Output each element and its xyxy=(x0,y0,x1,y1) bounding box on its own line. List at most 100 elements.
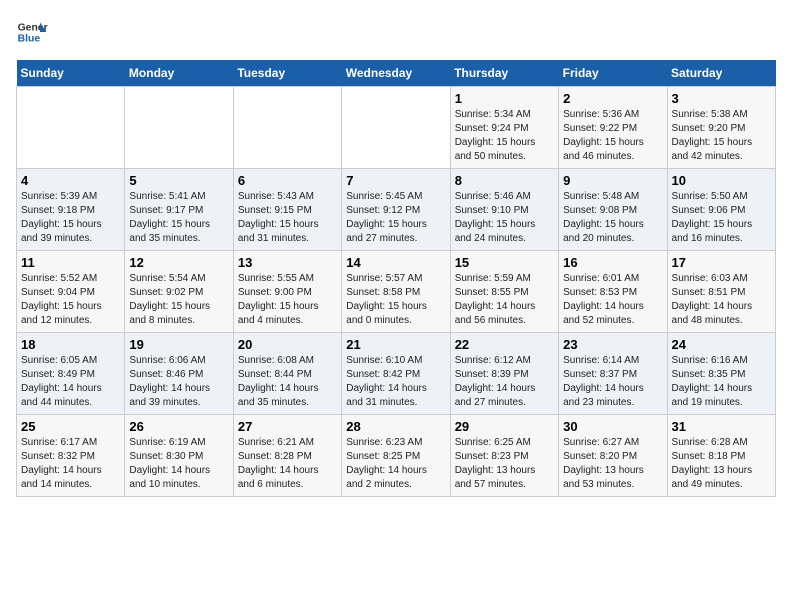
day-content: Sunrise: 5:50 AM Sunset: 9:06 PM Dayligh… xyxy=(672,190,771,246)
day-number: 4 xyxy=(21,173,120,188)
day-number: 7 xyxy=(346,173,445,188)
logo-icon: General Blue xyxy=(16,16,48,48)
day-content: Sunrise: 6:28 AM Sunset: 8:18 PM Dayligh… xyxy=(672,436,771,492)
calendar-cell: 17 Sunrise: 6:03 AM Sunset: 8:51 PM Dayli… xyxy=(667,251,775,333)
calendar-cell: 8 Sunrise: 5:46 AM Sunset: 9:10 PM Daylig… xyxy=(450,169,558,251)
page-header: General Blue xyxy=(16,16,776,48)
day-content: Sunrise: 5:46 AM Sunset: 9:10 PM Dayligh… xyxy=(455,190,554,246)
day-number: 15 xyxy=(455,255,554,270)
calendar-cell: 26 Sunrise: 6:19 AM Sunset: 8:30 PM Dayli… xyxy=(125,415,233,497)
day-number: 13 xyxy=(238,255,337,270)
day-number: 11 xyxy=(21,255,120,270)
calendar-cell: 11 Sunrise: 5:52 AM Sunset: 9:04 PM Dayli… xyxy=(17,251,125,333)
day-number: 17 xyxy=(672,255,771,270)
day-content: Sunrise: 5:57 AM Sunset: 8:58 PM Dayligh… xyxy=(346,272,445,328)
header-tuesday: Tuesday xyxy=(233,60,341,87)
day-number: 26 xyxy=(129,419,228,434)
calendar-cell: 31 Sunrise: 6:28 AM Sunset: 8:18 PM Dayli… xyxy=(667,415,775,497)
calendar-cell: 22Sunrise: 6:12 AM Sunset: 8:39 PM Dayli… xyxy=(450,333,558,415)
day-content: Sunrise: 5:45 AM Sunset: 9:12 PM Dayligh… xyxy=(346,190,445,246)
header-sunday: Sunday xyxy=(17,60,125,87)
calendar-table: SundayMondayTuesdayWednesdayThursdayFrid… xyxy=(16,60,776,497)
day-content: Sunrise: 5:43 AM Sunset: 9:15 PM Dayligh… xyxy=(238,190,337,246)
header-friday: Friday xyxy=(559,60,667,87)
day-number: 21 xyxy=(346,337,445,352)
header-saturday: Saturday xyxy=(667,60,775,87)
day-content: Sunrise: 6:17 AM Sunset: 8:32 PM Dayligh… xyxy=(21,436,120,492)
day-content: Sunrise: 6:27 AM Sunset: 8:20 PM Dayligh… xyxy=(563,436,662,492)
day-content: Sunrise: 5:39 AM Sunset: 9:18 PM Dayligh… xyxy=(21,190,120,246)
calendar-cell: 13Sunrise: 5:55 AM Sunset: 9:00 PM Dayli… xyxy=(233,251,341,333)
calendar-cell: 15 Sunrise: 5:59 AM Sunset: 8:55 PM Dayli… xyxy=(450,251,558,333)
calendar-cell xyxy=(17,87,125,169)
day-number: 23 xyxy=(563,337,662,352)
calendar-cell: 14Sunrise: 5:57 AM Sunset: 8:58 PM Dayli… xyxy=(342,251,450,333)
calendar-cell: 27 Sunrise: 6:21 AM Sunset: 8:28 PM Dayli… xyxy=(233,415,341,497)
day-number: 9 xyxy=(563,173,662,188)
day-number: 2 xyxy=(563,91,662,106)
day-number: 27 xyxy=(238,419,337,434)
calendar-cell: 21 Sunrise: 6:10 AM Sunset: 8:42 PM Dayli… xyxy=(342,333,450,415)
day-content: Sunrise: 6:03 AM Sunset: 8:51 PM Dayligh… xyxy=(672,272,771,328)
day-number: 31 xyxy=(672,419,771,434)
day-number: 8 xyxy=(455,173,554,188)
day-content: Sunrise: 5:36 AM Sunset: 9:22 PM Dayligh… xyxy=(563,108,662,164)
week-row-4: 18 Sunrise: 6:05 AM Sunset: 8:49 PM Dayli… xyxy=(17,333,776,415)
day-content: Sunrise: 5:52 AM Sunset: 9:04 PM Dayligh… xyxy=(21,272,120,328)
calendar-cell: 28 Sunrise: 6:23 AM Sunset: 8:25 PM Dayli… xyxy=(342,415,450,497)
day-content: Sunrise: 6:06 AM Sunset: 8:46 PM Dayligh… xyxy=(129,354,228,410)
day-content: Sunrise: 6:21 AM Sunset: 8:28 PM Dayligh… xyxy=(238,436,337,492)
day-content: Sunrise: 5:48 AM Sunset: 9:08 PM Dayligh… xyxy=(563,190,662,246)
day-content: Sunrise: 6:01 AM Sunset: 8:53 PM Dayligh… xyxy=(563,272,662,328)
calendar-cell: 23 Sunrise: 6:14 AM Sunset: 8:37 PM Dayli… xyxy=(559,333,667,415)
day-content: Sunrise: 6:23 AM Sunset: 8:25 PM Dayligh… xyxy=(346,436,445,492)
day-number: 28 xyxy=(346,419,445,434)
calendar-body: 1 Sunrise: 5:34 AM Sunset: 9:24 PM Daylig… xyxy=(17,87,776,497)
svg-text:Blue: Blue xyxy=(18,34,41,45)
day-number: 1 xyxy=(455,91,554,106)
calendar-cell: 19Sunrise: 6:06 AM Sunset: 8:46 PM Dayli… xyxy=(125,333,233,415)
day-number: 29 xyxy=(455,419,554,434)
day-content: Sunrise: 6:05 AM Sunset: 8:49 PM Dayligh… xyxy=(21,354,120,410)
day-number: 18 xyxy=(21,337,120,352)
calendar-cell: 6Sunrise: 5:43 AM Sunset: 9:15 PM Daylig… xyxy=(233,169,341,251)
day-content: Sunrise: 6:25 AM Sunset: 8:23 PM Dayligh… xyxy=(455,436,554,492)
calendar-cell: 20 Sunrise: 6:08 AM Sunset: 8:44 PM Dayli… xyxy=(233,333,341,415)
calendar-cell xyxy=(125,87,233,169)
day-content: Sunrise: 5:38 AM Sunset: 9:20 PM Dayligh… xyxy=(672,108,771,164)
calendar-cell: 30 Sunrise: 6:27 AM Sunset: 8:20 PM Dayli… xyxy=(559,415,667,497)
calendar-cell: 29 Sunrise: 6:25 AM Sunset: 8:23 PM Dayli… xyxy=(450,415,558,497)
header-wednesday: Wednesday xyxy=(342,60,450,87)
day-number: 3 xyxy=(672,91,771,106)
day-content: Sunrise: 5:54 AM Sunset: 9:02 PM Dayligh… xyxy=(129,272,228,328)
day-content: Sunrise: 6:19 AM Sunset: 8:30 PM Dayligh… xyxy=(129,436,228,492)
calendar-cell: 7 Sunrise: 5:45 AM Sunset: 9:12 PM Daylig… xyxy=(342,169,450,251)
day-content: Sunrise: 5:59 AM Sunset: 8:55 PM Dayligh… xyxy=(455,272,554,328)
calendar-cell: 10 Sunrise: 5:50 AM Sunset: 9:06 PM Dayli… xyxy=(667,169,775,251)
calendar-cell: 4 Sunrise: 5:39 AM Sunset: 9:18 PM Daylig… xyxy=(17,169,125,251)
calendar-cell: 2 Sunrise: 5:36 AM Sunset: 9:22 PM Daylig… xyxy=(559,87,667,169)
day-number: 24 xyxy=(672,337,771,352)
day-content: Sunrise: 5:34 AM Sunset: 9:24 PM Dayligh… xyxy=(455,108,554,164)
day-number: 25 xyxy=(21,419,120,434)
day-number: 12 xyxy=(129,255,228,270)
calendar-cell: 24Sunrise: 6:16 AM Sunset: 8:35 PM Dayli… xyxy=(667,333,775,415)
calendar-header-row: SundayMondayTuesdayWednesdayThursdayFrid… xyxy=(17,60,776,87)
day-number: 16 xyxy=(563,255,662,270)
day-content: Sunrise: 6:10 AM Sunset: 8:42 PM Dayligh… xyxy=(346,354,445,410)
day-number: 22 xyxy=(455,337,554,352)
week-row-5: 25 Sunrise: 6:17 AM Sunset: 8:32 PM Dayli… xyxy=(17,415,776,497)
calendar-cell: 3 Sunrise: 5:38 AM Sunset: 9:20 PM Daylig… xyxy=(667,87,775,169)
day-number: 5 xyxy=(129,173,228,188)
day-content: Sunrise: 6:14 AM Sunset: 8:37 PM Dayligh… xyxy=(563,354,662,410)
week-row-1: 1 Sunrise: 5:34 AM Sunset: 9:24 PM Daylig… xyxy=(17,87,776,169)
day-content: Sunrise: 6:08 AM Sunset: 8:44 PM Dayligh… xyxy=(238,354,337,410)
week-row-3: 11 Sunrise: 5:52 AM Sunset: 9:04 PM Dayli… xyxy=(17,251,776,333)
day-number: 10 xyxy=(672,173,771,188)
day-number: 20 xyxy=(238,337,337,352)
calendar-cell: 25 Sunrise: 6:17 AM Sunset: 8:32 PM Dayli… xyxy=(17,415,125,497)
calendar-cell: 5Sunrise: 5:41 AM Sunset: 9:17 PM Daylig… xyxy=(125,169,233,251)
day-number: 30 xyxy=(563,419,662,434)
calendar-cell xyxy=(233,87,341,169)
calendar-cell: 12 Sunrise: 5:54 AM Sunset: 9:02 PM Dayli… xyxy=(125,251,233,333)
